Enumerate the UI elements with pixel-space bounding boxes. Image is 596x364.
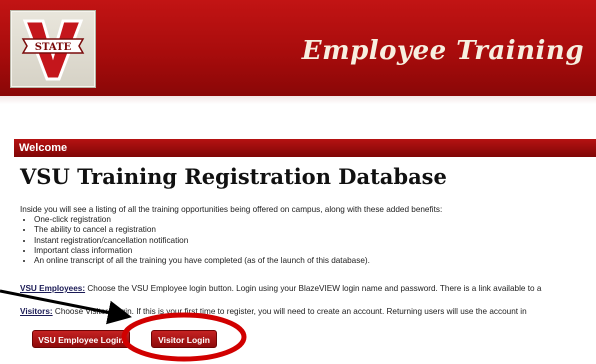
page-title: VSU Training Registration Database [20, 164, 447, 189]
benefits-list: One-click registration The ability to ca… [20, 215, 596, 266]
site-header: STATE Employee Training [0, 0, 596, 96]
logo-banner-text: STATE [35, 42, 72, 53]
vsu-logo: STATE [10, 10, 96, 88]
vsu-employee-login-button[interactable]: VSU Employee Login [32, 330, 130, 348]
welcome-bar: Welcome [14, 139, 596, 157]
intro-text: Inside you will see a listing of all the… [20, 205, 443, 214]
list-item: One-click registration [34, 215, 596, 225]
employees-label: VSU Employees: [20, 284, 86, 293]
visitors-text: Choose Visitors login. If this is your f… [52, 307, 527, 316]
list-item: An online transcript of all the training… [34, 256, 596, 266]
main-content: VSU Training Registration Database Insid… [20, 164, 596, 266]
employees-text: Choose the VSU Employee login button. Lo… [85, 284, 542, 293]
list-item: The ability to cancel a registration [34, 225, 596, 235]
state-v-logo-icon: STATE [21, 19, 85, 81]
header-title: Employee Training [301, 36, 584, 66]
employees-instructions: VSU Employees: Choose the VSU Employee l… [20, 284, 541, 293]
list-item: Important class information [34, 246, 596, 256]
visitors-instructions: Visitors: Choose Visitors login. If this… [20, 307, 527, 316]
visitors-label: Visitors: [20, 307, 53, 316]
header-divider [0, 96, 596, 104]
visitor-login-button[interactable]: Visitor Login [151, 330, 217, 348]
list-item: Instant registration/cancellation notifi… [34, 236, 596, 246]
